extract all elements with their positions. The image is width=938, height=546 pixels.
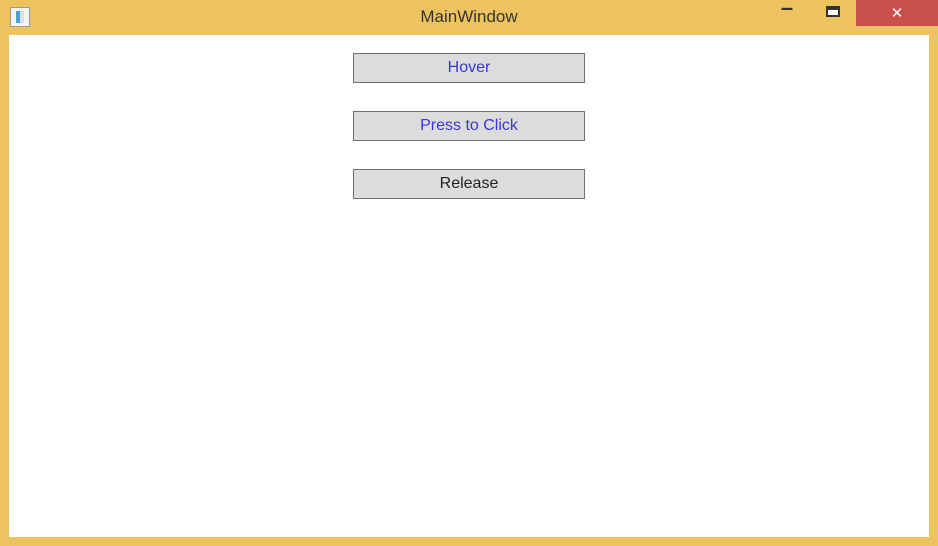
press-button-label: Press to Click bbox=[420, 118, 518, 134]
maximize-icon bbox=[826, 6, 840, 17]
maximize-button[interactable] bbox=[810, 0, 856, 26]
close-button[interactable]: ✕ bbox=[856, 0, 938, 26]
window-controls: – ✕ bbox=[764, 0, 938, 34]
hover-button[interactable]: Hover bbox=[353, 53, 585, 83]
release-button-label: Release bbox=[440, 176, 499, 192]
window-title: MainWindow bbox=[420, 7, 517, 27]
close-icon: ✕ bbox=[891, 4, 904, 22]
press-to-click-button[interactable]: Press to Click bbox=[353, 111, 585, 141]
release-button[interactable]: Release bbox=[353, 169, 585, 199]
minimize-button[interactable]: – bbox=[764, 0, 810, 26]
minimize-icon: – bbox=[781, 0, 793, 19]
hover-button-label: Hover bbox=[448, 60, 491, 76]
title-bar[interactable]: MainWindow – ✕ bbox=[0, 0, 938, 34]
window-frame: MainWindow – ✕ Hover Press to Click Rele… bbox=[0, 0, 938, 546]
client-area: Hover Press to Click Release bbox=[8, 34, 930, 538]
app-icon bbox=[10, 7, 30, 27]
